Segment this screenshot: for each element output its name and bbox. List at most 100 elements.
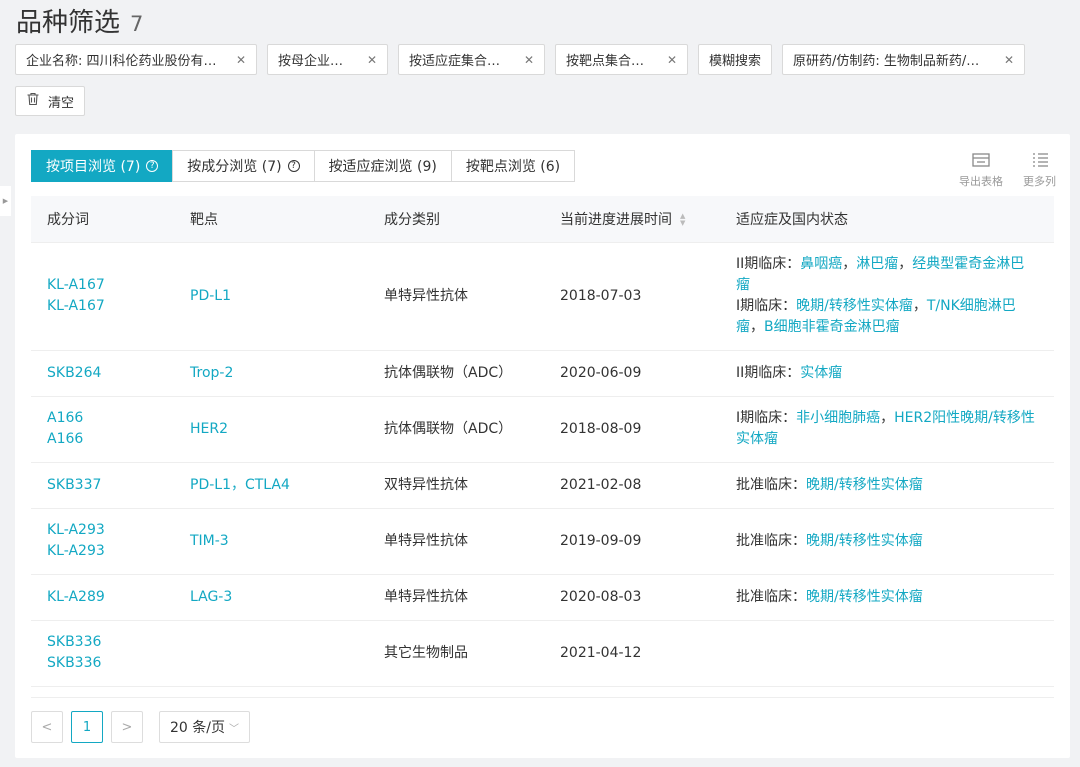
clear-filters-label: 清空 — [48, 95, 75, 111]
trash-icon — [26, 92, 40, 110]
progress-date-text: 2020-06-09 — [560, 364, 642, 381]
status-phase: II期临床： — [736, 256, 801, 272]
ingredient-link[interactable]: A166 — [47, 408, 158, 429]
cell-indication-status: 批准临床：晚期/转移性实体瘤 — [720, 508, 1054, 575]
tab-browse-2[interactable]: 按适应症浏览 (9) — [313, 150, 452, 182]
pagination: < 1 > 20 条/页 ﹀ — [31, 711, 250, 743]
cell-ingredient: KL-A289 — [31, 574, 174, 621]
help-icon[interactable]: ? — [146, 160, 159, 172]
ingredient-link[interactable]: SKB336 — [47, 632, 158, 653]
page-size-select[interactable]: 20 条/页 ﹀ — [159, 711, 250, 743]
cell-indication-status: 批准临床：晚期/转移性实体瘤 — [720, 462, 1054, 509]
close-icon[interactable]: ✕ — [524, 53, 534, 67]
filter-chip[interactable]: 按靶点集合搜索 ✕ — [555, 44, 688, 75]
header-target[interactable]: 靶点 — [174, 196, 368, 243]
indication-link[interactable]: 非小细胞肺癌 — [796, 410, 880, 426]
cell-target: TIM-3 — [174, 508, 368, 575]
filter-chip[interactable]: 按母企业搜索 ✕ — [267, 44, 388, 75]
filter-chip[interactable]: 原研药/仿制药: 生物制品新药/原… ✕ — [782, 44, 1025, 75]
sort-icon[interactable]: ▲ ▼ — [680, 212, 685, 227]
close-icon[interactable]: ✕ — [367, 53, 377, 67]
chevron-down-icon: ﹀ — [228, 723, 239, 735]
page-title-text: 品种筛选 — [16, 8, 121, 38]
status-line: 批准临床：晚期/转移性实体瘤 — [736, 531, 1038, 552]
cell-category: 双特异性抗体 — [368, 462, 544, 509]
indication-link[interactable]: 鼻咽癌 — [800, 256, 842, 272]
tab-browse-1[interactable]: 按成分浏览 (7)? — [172, 150, 315, 182]
tab-browse-0[interactable]: 按项目浏览 (7)? — [31, 150, 174, 182]
filter-chip-label: 企业名称: 四川科伦药业股份有… — [26, 54, 217, 69]
close-icon[interactable]: ✕ — [1004, 53, 1014, 67]
status-line: II期临床：实体瘤 — [736, 363, 1038, 384]
target-link[interactable]: HER2 — [190, 421, 228, 437]
ingredient-link[interactable]: KL-A293 — [47, 541, 158, 562]
results-table: 成分词 靶点 成分类别 当前进度进展时间 ▲ ▼ 适应症及国内状态 KL-A167 K… — [31, 196, 1054, 687]
category-text: 其它生物制品 — [384, 644, 468, 661]
indication-link[interactable]: 晚期/转移性实体瘤 — [806, 533, 923, 549]
target-link[interactable]: TIM-3 — [190, 533, 229, 549]
cell-indication-status: I期临床：非小细胞肺癌，HER2阳性晚期/转移性实体瘤 — [720, 396, 1054, 463]
target-link[interactable]: PD-L1，CTLA4 — [190, 477, 290, 493]
close-icon[interactable]: ✕ — [236, 53, 246, 67]
separator: ， — [912, 298, 927, 314]
status-phase: 批准临床： — [736, 476, 806, 493]
separator: ， — [750, 319, 764, 335]
cell-indication-status: 批准临床：晚期/转移性实体瘤 — [720, 574, 1054, 621]
prev-page-button[interactable]: < — [31, 711, 63, 743]
indication-link[interactable]: 实体瘤 — [800, 365, 842, 381]
indication-link[interactable]: 晚期/转移性实体瘤 — [806, 477, 923, 493]
target-link[interactable]: Trop-2 — [190, 365, 233, 381]
ingredient-link[interactable]: KL-A167 — [47, 275, 158, 296]
cell-target: PD-L1 — [174, 242, 368, 351]
separator: ， — [898, 256, 913, 272]
filter-chip[interactable]: 模糊搜索 — [698, 44, 772, 75]
close-icon[interactable]: ✕ — [667, 53, 677, 67]
cell-progress-date: 2019-09-09 — [544, 508, 720, 575]
header-indication-status[interactable]: 适应症及国内状态 — [720, 196, 1054, 243]
more-columns-button[interactable]: 更多列 — [1023, 152, 1056, 189]
header-progress-date[interactable]: 当前进度进展时间 ▲ ▼ — [544, 196, 720, 243]
table-row: SKB336 SKB336 其它生物制品 2021-04-12 — [31, 620, 1054, 687]
export-table-button[interactable]: 导出表格 — [959, 152, 1003, 189]
status-phase: 批准临床： — [736, 588, 806, 605]
indication-link[interactable]: B细胞非霍奇金淋巴瘤 — [764, 319, 900, 335]
ingredient-link[interactable]: KL-A293 — [47, 520, 158, 541]
filter-chip-label: 原研药/仿制药: 生物制品新药/原… — [793, 54, 990, 69]
clear-filters-button[interactable]: 清空 — [15, 86, 86, 116]
ingredient-link[interactable]: SKB264 — [47, 363, 158, 384]
sidebar-expand-handle[interactable]: ▶ — [0, 186, 11, 216]
target-link[interactable]: LAG-3 — [190, 589, 232, 605]
cell-ingredient: A166 A166 — [31, 396, 174, 463]
table-row: A166 A166 HER2 抗体偶联物（ADC） 2018-08-09 I期临床：非小细… — [31, 396, 1054, 463]
filter-chip[interactable]: 按适应症集合搜索 ✕ — [398, 44, 545, 75]
table-row: KL-A167 KL-A167 PD-L1 单特异性抗体 2018-07-03 II期临床… — [31, 242, 1054, 351]
filter-chip-list: 企业名称: 四川科伦药业股份有… ✕ 按母企业搜索 ✕ 按适应症集合搜索 ✕ 按靶点集合搜索… — [15, 44, 1065, 75]
cell-target — [174, 620, 368, 687]
ingredient-link[interactable]: SKB336 — [47, 653, 158, 674]
ingredient-link[interactable]: KL-A167 — [47, 296, 158, 317]
ingredient-link[interactable]: KL-A289 — [47, 587, 158, 608]
indication-link[interactable]: 淋巴瘤 — [856, 256, 898, 272]
progress-date-text: 2018-07-03 — [560, 287, 642, 304]
ingredient-link[interactable]: SKB337 — [47, 475, 158, 496]
tab-label: 按成分浏览 (7) — [187, 159, 282, 175]
indication-link[interactable]: 晚期/转移性实体瘤 — [806, 589, 923, 605]
category-text: 抗体偶联物（ADC） — [384, 420, 513, 437]
header-category[interactable]: 成分类别 — [368, 196, 544, 243]
help-icon[interactable]: ? — [287, 160, 300, 172]
header-ingredient[interactable]: 成分词 — [31, 196, 174, 243]
cell-target: Trop-2 — [174, 350, 368, 397]
tab-browse-3[interactable]: 按靶点浏览 (6) — [450, 150, 576, 182]
page-number-button[interactable]: 1 — [71, 711, 103, 743]
results-table-container[interactable]: 成分词 靶点 成分类别 当前进度进展时间 ▲ ▼ 适应症及国内状态 KL-A167 K… — [31, 196, 1054, 698]
tab-label: 按适应症浏览 (9) — [328, 159, 437, 175]
ingredient-link[interactable]: A166 — [47, 429, 158, 450]
indication-link[interactable]: 晚期/转移性实体瘤 — [796, 298, 913, 314]
export-table-label: 导出表格 — [959, 175, 1003, 188]
filter-chip-label: 按靶点集合搜索 — [566, 54, 653, 69]
target-link[interactable]: PD-L1 — [190, 288, 231, 304]
filter-chip[interactable]: 企业名称: 四川科伦药业股份有… ✕ — [15, 44, 257, 75]
cell-category: 抗体偶联物（ADC） — [368, 350, 544, 397]
next-page-button[interactable]: > — [111, 711, 143, 743]
separator: ， — [842, 256, 857, 272]
